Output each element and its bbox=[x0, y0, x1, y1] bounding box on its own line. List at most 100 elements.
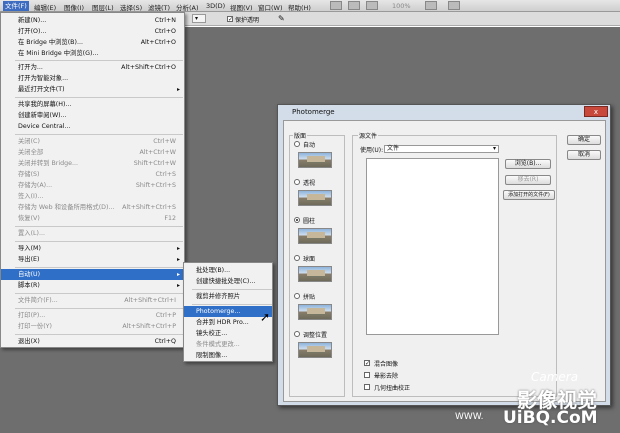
vignette-label: 晕影去除 bbox=[374, 373, 399, 380]
protect-checkbox[interactable]: ✓ bbox=[227, 16, 233, 23]
cancel-button[interactable]: 取消 bbox=[567, 150, 601, 160]
submenu-item-photomerge[interactable]: Photomerge... bbox=[184, 306, 272, 317]
protect-label: 保护透明 bbox=[235, 17, 260, 24]
radio-spherical[interactable] bbox=[294, 255, 300, 261]
blend-checkbox[interactable]: ✓ bbox=[364, 360, 370, 367]
use-label: 使用(U): bbox=[360, 147, 384, 154]
radio-cylindrical-label: 圆柱 bbox=[303, 218, 316, 225]
menu-analysis[interactable]: 分析(A) bbox=[176, 2, 199, 12]
thumb-reposition bbox=[298, 342, 332, 358]
toolbar-icon[interactable] bbox=[448, 1, 460, 10]
toolbar-icon[interactable] bbox=[330, 1, 342, 10]
use-select[interactable]: 文件 ▾ bbox=[384, 145, 499, 153]
menu-item-browse-bridge[interactable]: 在 Bridge 中浏览(B)... Alt+Ctrl+O bbox=[1, 37, 184, 48]
distortion-label: 几何扭曲校正 bbox=[374, 385, 411, 392]
submenu-arrow-icon: ▸ bbox=[176, 245, 180, 252]
menu-item-open[interactable]: 打开(O)... Ctrl+O bbox=[1, 26, 184, 37]
menu-item-place[interactable]: 置入(L)... bbox=[1, 228, 184, 239]
menu-item-new-review[interactable]: 创建新审阅(W)... bbox=[1, 110, 184, 121]
chevron-down-icon: ▾ bbox=[492, 145, 496, 152]
menu-item-share-screen[interactable]: 共享我的屏幕(H)... bbox=[1, 99, 184, 110]
menu-item-close-all[interactable]: 关闭全部 Alt+Ctrl+W bbox=[1, 147, 184, 158]
menu-layer[interactable]: 图层(L) bbox=[92, 2, 114, 12]
vignette-checkbox[interactable] bbox=[364, 372, 370, 378]
radio-auto-label: 自动 bbox=[303, 142, 316, 149]
menu-select[interactable]: 选择(S) bbox=[120, 2, 142, 12]
menu-item-print[interactable]: 打印(P)... Ctrl+P bbox=[1, 310, 184, 321]
file-list[interactable] bbox=[366, 158, 499, 335]
close-button[interactable]: x bbox=[584, 106, 608, 117]
brush-icon[interactable]: ✎ bbox=[278, 14, 285, 23]
menu-item-browse-mini-bridge[interactable]: 在 Mini Bridge 中浏览(G)... bbox=[1, 48, 184, 59]
distortion-checkbox[interactable] bbox=[364, 384, 370, 390]
submenu-arrow-icon: ▸ bbox=[176, 271, 180, 278]
dialog-body: 版面 自动 透视 圆柱 球面 拼贴 调整位置 源文件 使用(U): 文件 ▾ 浏览… bbox=[283, 120, 606, 402]
toolbar-icon[interactable] bbox=[366, 1, 378, 10]
watermark: Camera 影像视觉 WWW. UiBQ.CoM bbox=[455, 368, 620, 433]
zoom-level[interactable]: 100% bbox=[392, 2, 411, 10]
menu-item-open-smart-object[interactable]: 打开为智能对象... bbox=[1, 73, 184, 84]
menu-item-file-info[interactable]: 文件简介(F)... Alt+Shift+Ctrl+I bbox=[1, 295, 184, 306]
menu-view[interactable]: 视图(V) bbox=[230, 2, 253, 12]
submenu-item-conditional-mode[interactable]: 条件模式更改... bbox=[184, 339, 272, 350]
browse-button[interactable]: 浏览(B)... bbox=[505, 159, 551, 169]
photomerge-dialog: Photomerge x 版面 自动 透视 圆柱 球面 拼贴 调整位置 源文件 … bbox=[277, 104, 611, 406]
blend-label: 混合图像 bbox=[374, 361, 399, 368]
menu-item-print-one-copy[interactable]: 打印一份(Y) Alt+Shift+Ctrl+P bbox=[1, 321, 184, 332]
menu-item-revert[interactable]: 恢复(V) F12 bbox=[1, 213, 184, 224]
menu-image[interactable]: 图像(I) bbox=[64, 2, 84, 12]
submenu-item-crop-straighten[interactable]: 裁剪并修齐照片 bbox=[184, 291, 272, 302]
menu-3d[interactable]: 3D(D) bbox=[206, 2, 225, 10]
submenu-item-batch[interactable]: 批处理(B)... bbox=[184, 265, 272, 276]
submenu-item-create-droplet[interactable]: 创建快捷批处理(C)... bbox=[184, 276, 272, 287]
submenu-arrow-icon: ▸ bbox=[176, 256, 180, 263]
menu-item-scripts[interactable]: 脚本(R) ▸ bbox=[1, 280, 184, 291]
submenu-item-fit-image[interactable]: 限制图像... bbox=[184, 350, 272, 361]
menu-file[interactable]: 文件(F) bbox=[3, 1, 29, 11]
thumb-collage bbox=[298, 304, 332, 320]
menu-bar: 文件(F) 编辑(E) 图像(I) 图层(L) 选择(S) 滤镜(T) 分析(A… bbox=[0, 0, 620, 12]
file-menu: 新建(N)... Ctrl+N 打开(O)... Ctrl+O 在 Bridge 中… bbox=[0, 12, 185, 348]
menu-filter[interactable]: 滤镜(T) bbox=[148, 2, 170, 12]
dialog-title: Photomerge bbox=[292, 108, 335, 116]
menu-item-import[interactable]: 导入(M) ▸ bbox=[1, 243, 184, 254]
radio-perspective-label: 透视 bbox=[303, 180, 316, 187]
toolbar-icon[interactable] bbox=[425, 1, 437, 10]
thumb-perspective bbox=[298, 190, 332, 206]
ok-button[interactable]: 确定 bbox=[567, 135, 601, 145]
watermark-small: WWW. bbox=[455, 412, 484, 422]
toolbar-icon[interactable] bbox=[348, 1, 360, 10]
menu-item-close[interactable]: 关闭(C) Ctrl+W bbox=[1, 136, 184, 147]
thumb-auto bbox=[298, 152, 332, 168]
radio-collage[interactable] bbox=[294, 293, 300, 299]
menu-item-recent[interactable]: 最近打开文件(T) ▸ bbox=[1, 84, 184, 95]
radio-perspective[interactable] bbox=[294, 179, 300, 185]
radio-cylindrical[interactable] bbox=[294, 217, 300, 223]
thumb-spherical bbox=[298, 266, 332, 282]
menu-item-new[interactable]: 新建(N)... Ctrl+N bbox=[1, 15, 184, 26]
menu-item-save-for-web[interactable]: 存储为 Web 和设备所用格式(D)... Alt+Shift+Ctrl+S bbox=[1, 202, 184, 213]
add-open-files-button[interactable]: 添加打开的文件(F) bbox=[503, 190, 555, 200]
menu-edit[interactable]: 编辑(E) bbox=[34, 2, 56, 12]
dropdown[interactable]: ▾ bbox=[192, 14, 206, 23]
remove-button[interactable]: 移去(R) bbox=[505, 175, 551, 185]
menu-item-open-as[interactable]: 打开为... Alt+Shift+Ctrl+O bbox=[1, 62, 184, 73]
menu-item-exit[interactable]: 退出(X) Ctrl+Q bbox=[1, 336, 184, 347]
menu-item-export[interactable]: 导出(E) ▸ bbox=[1, 254, 184, 265]
menu-window[interactable]: 窗口(W) bbox=[258, 2, 283, 12]
radio-reposition[interactable] bbox=[294, 331, 300, 337]
menu-help[interactable]: 帮助(H) bbox=[288, 2, 311, 12]
menu-item-device-central[interactable]: Device Central... bbox=[1, 121, 184, 132]
submenu-arrow-icon: ▸ bbox=[176, 282, 180, 289]
menu-item-save-as[interactable]: 存储为(A)... Shift+Ctrl+S bbox=[1, 180, 184, 191]
menu-item-save[interactable]: 存储(S) Ctrl+S bbox=[1, 169, 184, 180]
menu-item-check-in[interactable]: 签入(I)... bbox=[1, 191, 184, 202]
mouse-cursor-icon: ➚ bbox=[260, 310, 271, 324]
thumb-cylindrical bbox=[298, 228, 332, 244]
menu-item-automate[interactable]: 自动(U) ▸ bbox=[1, 269, 184, 280]
submenu-item-merge-hdr[interactable]: 合并到 HDR Pro... bbox=[184, 317, 272, 328]
submenu-item-lens-correction[interactable]: 镜头校正... bbox=[184, 328, 272, 339]
watermark-site: UiBQ.CoM bbox=[503, 408, 598, 428]
radio-auto[interactable] bbox=[294, 141, 300, 147]
menu-item-close-to-bridge[interactable]: 关闭并转到 Bridge... Shift+Ctrl+W bbox=[1, 158, 184, 169]
